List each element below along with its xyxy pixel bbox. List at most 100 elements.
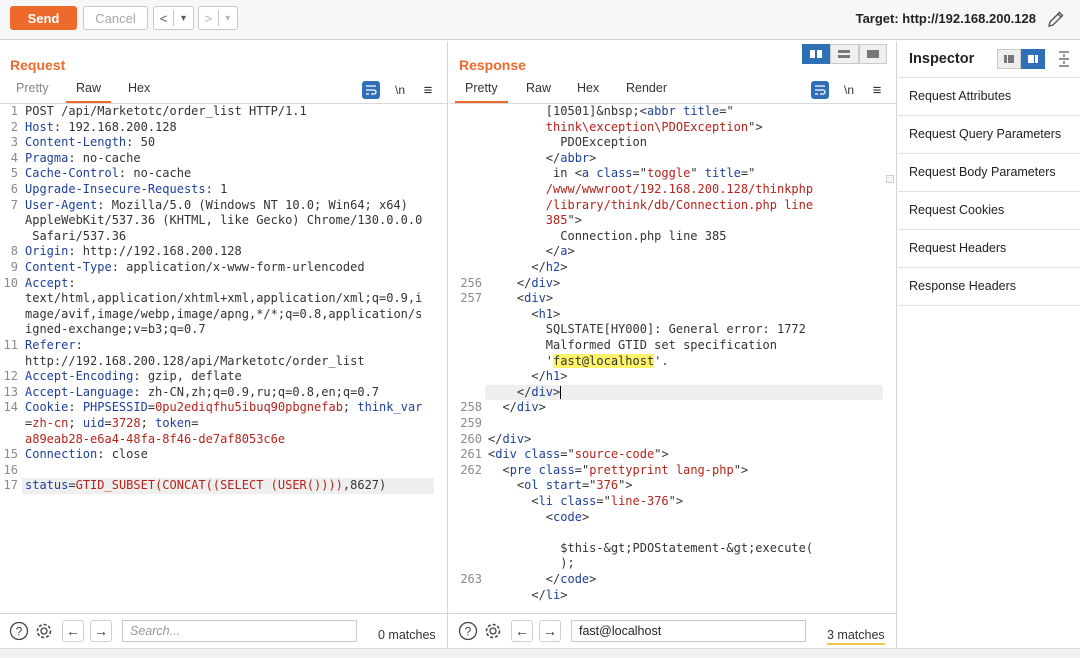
forward-history-button[interactable]: > ▾ bbox=[198, 6, 238, 30]
code-token: "> bbox=[618, 478, 633, 493]
back-dropdown-icon[interactable]: ▾ bbox=[174, 13, 193, 24]
code-token: think\exception\PDOException bbox=[488, 119, 749, 134]
request-editor[interactable]: 1 POST /api/Marketotc/order_list HTTP/1.1… bbox=[0, 104, 447, 610]
inspector-request-headers[interactable]: Request Headers bbox=[898, 230, 1080, 268]
word-wrap-icon[interactable] bbox=[811, 81, 829, 99]
code-line: ); bbox=[449, 556, 896, 572]
code-token: ; bbox=[140, 416, 156, 430]
code-line: <code> bbox=[449, 510, 896, 526]
code-token: Safari/537.36 bbox=[25, 228, 127, 243]
code-token: </ bbox=[488, 369, 546, 384]
search-input[interactable]: fast@localhost bbox=[571, 620, 806, 642]
inspector-response-headers[interactable]: Response Headers bbox=[898, 268, 1080, 306]
line-number: 260 bbox=[460, 431, 482, 446]
cancel-button[interactable]: Cancel bbox=[83, 6, 148, 30]
inspector-request-body-parameters[interactable]: Request Body Parameters bbox=[898, 154, 1080, 192]
response-editor[interactable]: [10501]&nbsp;<abbr title=" think\excepti… bbox=[449, 104, 896, 610]
code-token: : 1 bbox=[205, 182, 228, 196]
menu-icon[interactable]: ≡ bbox=[868, 81, 886, 99]
code-line: 2 Host: 192.168.200.128 bbox=[0, 120, 447, 136]
code-line: <li class="line-376"> bbox=[449, 494, 896, 510]
code-line: 10 Accept: bbox=[0, 276, 447, 292]
back-arrow-icon[interactable]: < bbox=[154, 11, 173, 26]
match-count: 3 matches bbox=[827, 628, 885, 645]
previous-match-button[interactable]: ← bbox=[62, 620, 84, 642]
code-token: : http://192.168.200.128 bbox=[68, 244, 242, 259]
code-token: Cache-Control bbox=[25, 166, 119, 181]
send-button[interactable]: Send bbox=[10, 6, 77, 30]
next-match-button[interactable]: → bbox=[539, 620, 561, 642]
line-number: 6 bbox=[10, 182, 18, 196]
tab-raw[interactable]: Raw bbox=[516, 81, 561, 103]
code-line: 14 Cookie: PHPSESSID=0pu2ediqfhu5ibuq90pb… bbox=[0, 400, 447, 416]
code-text: ); bbox=[488, 556, 574, 572]
tab-pretty[interactable]: Pretty bbox=[6, 81, 59, 103]
inspector-request-query-parameters[interactable]: Request Query Parameters bbox=[898, 116, 1080, 154]
code-line: 259 bbox=[449, 416, 896, 432]
code-token: status bbox=[25, 478, 69, 493]
code-token: http://192.168.200.128/api/Marketotc/ord… bbox=[25, 353, 365, 368]
help-icon[interactable]: ? bbox=[9, 621, 29, 641]
line-number: 2 bbox=[10, 119, 18, 134]
layout-tabbed-icon[interactable] bbox=[858, 44, 887, 64]
code-token: toggle bbox=[646, 166, 691, 181]
code-token: </ bbox=[488, 244, 561, 259]
back-history-button[interactable]: < ▾ bbox=[153, 6, 194, 30]
code-token: = bbox=[104, 416, 112, 430]
help-icon[interactable]: ? bbox=[458, 621, 478, 641]
menu-icon[interactable]: ≡ bbox=[419, 81, 437, 99]
text-caret bbox=[560, 385, 562, 399]
code-text: POST /api/Marketotc/order_list HTTP/1.1 bbox=[25, 104, 307, 120]
word-wrap-icon[interactable] bbox=[362, 81, 380, 99]
code-text: </code> bbox=[488, 572, 597, 588]
expand-panel-icon[interactable] bbox=[1055, 49, 1073, 69]
scroll-marker[interactable] bbox=[886, 175, 894, 183]
code-text: /www/wwwroot/192.168.200.128/thinkphp bbox=[488, 182, 813, 198]
code-token: : Mozilla/5.0 (Windows NT 10.0; Win64; x… bbox=[97, 197, 408, 212]
forward-arrow-icon[interactable]: > bbox=[199, 11, 218, 26]
tab-hex[interactable]: Hex bbox=[567, 81, 609, 103]
tab-pretty[interactable]: Pretty bbox=[455, 81, 508, 103]
code-line: 257 <div> bbox=[449, 291, 896, 307]
layout-toggle bbox=[802, 44, 887, 64]
inspector-panel-view-icon[interactable] bbox=[1021, 49, 1045, 69]
line-number: 258 bbox=[460, 400, 482, 415]
code-token: > bbox=[560, 587, 568, 602]
code-token: Upgrade-Insecure-Requests bbox=[25, 182, 206, 196]
code-line: a89eab28-e6a4-48fa-8f46-de7af8053c6e bbox=[0, 432, 447, 448]
code-line: 256 </div> bbox=[449, 276, 896, 292]
newline-toggle-icon[interactable]: \n bbox=[391, 81, 409, 99]
layout-stacked-icon[interactable] bbox=[830, 44, 859, 64]
code-text: Origin: http://192.168.200.128 bbox=[25, 244, 242, 260]
tab-render[interactable]: Render bbox=[616, 81, 677, 103]
code-text: </div> bbox=[488, 432, 531, 448]
inspector-list-view-icon[interactable] bbox=[997, 49, 1021, 69]
code-token: code bbox=[553, 509, 582, 524]
code-token: li bbox=[538, 494, 554, 508]
code-token: "> bbox=[567, 213, 582, 228]
code-token: : no-cache bbox=[118, 166, 192, 181]
forward-dropdown-icon[interactable]: ▾ bbox=[219, 13, 238, 24]
code-line: </div> bbox=[485, 384, 883, 401]
newline-toggle-icon[interactable]: \n bbox=[840, 81, 858, 99]
tab-raw[interactable]: Raw bbox=[66, 81, 112, 103]
tab-hex[interactable]: Hex bbox=[118, 81, 160, 103]
code-token: < bbox=[488, 478, 525, 493]
gear-icon[interactable] bbox=[483, 621, 503, 641]
code-token: =" bbox=[574, 462, 590, 477]
layout-side-by-side-icon[interactable] bbox=[802, 44, 831, 64]
code-token: Accept-Encoding bbox=[25, 369, 134, 384]
code-text: $this-&gt;PDOStatement-&gt;execute( bbox=[488, 541, 813, 557]
line-number: 262 bbox=[460, 462, 482, 477]
search-input[interactable]: Search... bbox=[122, 620, 357, 642]
code-token: abbr bbox=[646, 104, 676, 118]
previous-match-button[interactable]: ← bbox=[511, 620, 533, 642]
gear-icon[interactable] bbox=[34, 621, 54, 641]
pencil-icon[interactable] bbox=[1046, 9, 1066, 29]
inspector-request-attributes[interactable]: Request Attributes bbox=[898, 78, 1080, 116]
line-number: 257 bbox=[460, 291, 482, 306]
next-match-button[interactable]: → bbox=[90, 620, 112, 642]
code-token: GTID_SUBSET(CONCAT((SELECT (USER()))) bbox=[75, 478, 343, 493]
inspector-request-cookies[interactable]: Request Cookies bbox=[898, 192, 1080, 230]
